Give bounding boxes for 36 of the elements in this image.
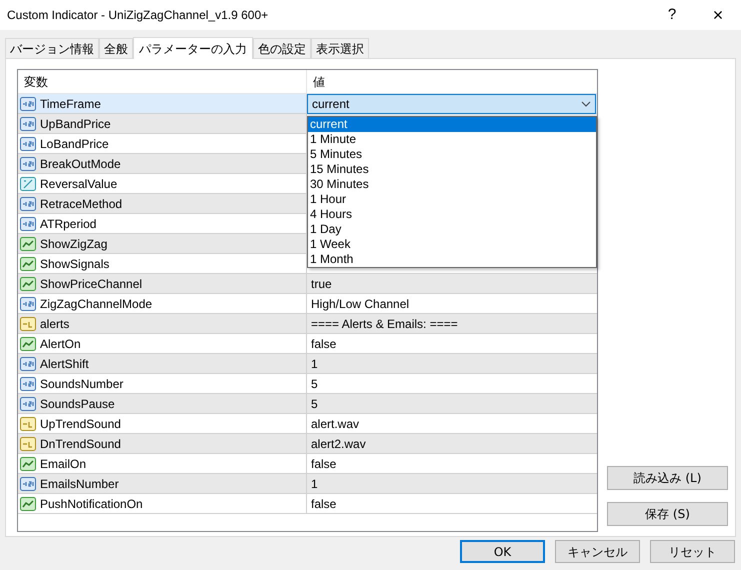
parameter-value: 5 <box>310 396 318 412</box>
column-header: 変数 <box>18 70 307 93</box>
parameter-name: ATRperiod <box>40 216 96 232</box>
parameter-value: High/Low Channel <box>310 296 410 312</box>
parameter-name: TimeFrame <box>40 96 101 112</box>
parameter-name: UpTrendSound <box>40 416 121 432</box>
parameter-name: ReversalValue <box>40 176 118 192</box>
parameter-name: BreakOutMode <box>40 156 121 172</box>
parameter-value: true <box>310 276 332 292</box>
parameter-value: 1 <box>310 356 318 372</box>
parameter-name: PushNotificationOn <box>40 496 143 512</box>
parameter-name: ZigZagChannelMode <box>40 296 152 312</box>
parameter-name: alerts <box>40 316 70 332</box>
parameter-name: SoundsNumber <box>40 376 124 392</box>
parameter-name: SoundsPause <box>40 396 115 412</box>
parameter-name: UpBandPrice <box>40 116 111 132</box>
parameter-value: alert.wav <box>310 416 360 432</box>
parameter-value: 5 <box>310 376 318 392</box>
column-header: 値 <box>312 74 326 90</box>
parameter-name: ShowZigZag <box>40 236 108 252</box>
parameter-value: ==== Alerts & Emails: ==== <box>310 316 458 332</box>
parameter-name: DnTrendSound <box>40 436 121 452</box>
parameter-name: EmailsNumber <box>40 476 119 492</box>
parameter-name: EmailOn <box>40 456 86 472</box>
parameter-value: false <box>310 456 336 472</box>
parameter-value: alert2.wav <box>310 436 366 452</box>
parameter-value: false <box>310 496 336 512</box>
parameter-name: ShowSignals <box>40 256 110 272</box>
parameter-name: AlertOn <box>40 336 81 352</box>
parameter-name: ShowPriceChannel <box>40 276 142 292</box>
parameter-name: AlertShift <box>40 356 89 372</box>
window-title: Custom Indicator - UniZigZagChannel_v1.9 600+ <box>7 7 270 24</box>
parameter-value: false <box>310 336 336 352</box>
parameter-name: LoBandPrice <box>40 136 109 152</box>
parameter-name: RetraceMethod <box>40 196 122 212</box>
parameter-value: 1 <box>310 476 318 492</box>
